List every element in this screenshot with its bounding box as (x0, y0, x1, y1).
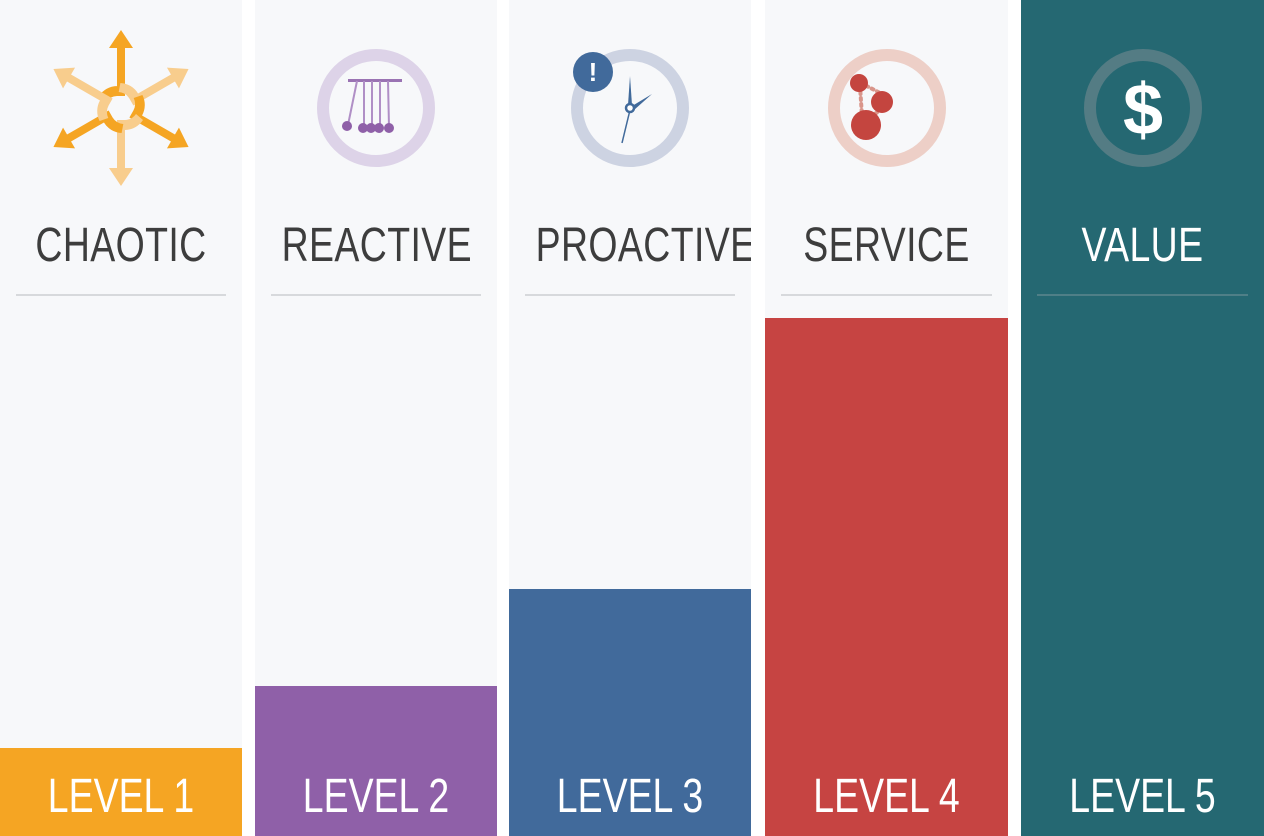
level-column-2: REACTIVE LEVEL 2 (255, 0, 497, 836)
level-label: LEVEL 2 (302, 770, 450, 823)
newtons-cradle-icon (317, 49, 435, 167)
network-nodes-icon (827, 49, 946, 167)
divider (271, 294, 481, 296)
level-column-1: CHAOTIC LEVEL 1 (0, 0, 242, 836)
level-column-5: $ VALUE LEVEL 5 (1021, 0, 1264, 836)
level-title: PROACTIVE (535, 219, 751, 272)
level-label: LEVEL 4 (813, 770, 960, 823)
divider (525, 294, 735, 296)
level-title: REACTIVE (281, 219, 472, 272)
level-column-3: ! PROACTIVE LEVEL 3 (509, 0, 751, 836)
divider (16, 294, 226, 296)
divider (781, 294, 992, 296)
alert-badge: ! (589, 57, 598, 87)
divider (1037, 294, 1248, 296)
dollar-icon: $ (1083, 49, 1202, 167)
level-label: LEVEL 1 (47, 770, 195, 823)
level-label: LEVEL 5 (1069, 770, 1216, 823)
level-label: LEVEL 3 (556, 770, 704, 823)
dollar-sign: $ (1122, 70, 1162, 150)
chaos-arrows-icon (53, 30, 189, 186)
level-bar (765, 317, 1008, 836)
level-title: CHAOTIC (35, 219, 207, 272)
level-title: SERVICE (803, 219, 970, 272)
level-title: VALUE (1081, 219, 1204, 272)
level-column-4: SERVICE LEVEL 4 (765, 0, 1008, 836)
clock-alert-icon: ! (571, 49, 689, 167)
